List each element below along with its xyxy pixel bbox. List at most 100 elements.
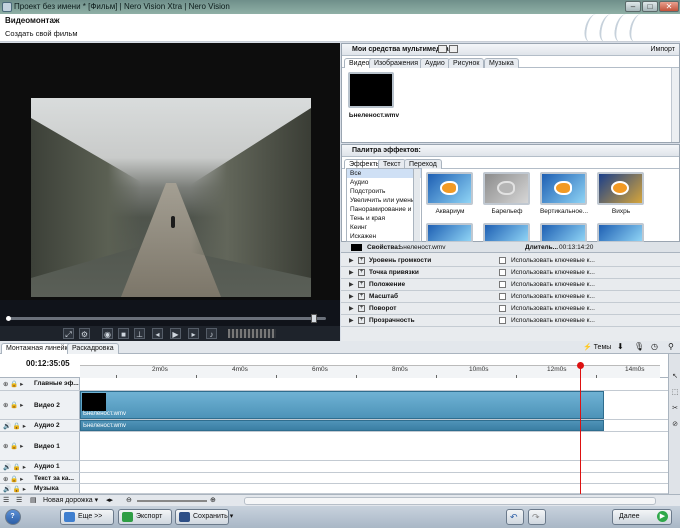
track-audio-1[interactable]: 🔊 🔒 ▸ Аудио 1 bbox=[0, 461, 668, 473]
save-button[interactable]: Сохранить ▾ bbox=[175, 509, 233, 525]
effect-thumb-vertical[interactable] bbox=[540, 172, 587, 205]
playhead-handle[interactable] bbox=[576, 362, 584, 369]
list-item[interactable]: Увеличить или уменьш bbox=[347, 196, 421, 205]
maximize-button[interactable]: □ bbox=[642, 1, 658, 12]
select-icon[interactable]: ⬚ bbox=[670, 388, 680, 399]
scissors-icon[interactable]: ✂ bbox=[670, 404, 680, 415]
track-icons[interactable]: 🔊 🔒 ▸ bbox=[3, 422, 26, 430]
keyframe-checkbox[interactable] bbox=[499, 317, 506, 324]
media-scrollbar[interactable] bbox=[671, 68, 679, 142]
mic-icon[interactable]: 🎙 bbox=[634, 342, 644, 351]
list-item[interactable]: Подстроить bbox=[347, 187, 421, 196]
grid-view-icon[interactable] bbox=[449, 45, 458, 53]
volume-slider[interactable] bbox=[228, 329, 276, 338]
toggle-box-icon[interactable]: + bbox=[358, 269, 365, 276]
audio-clip[interactable]: Ьнеленост.wmv bbox=[80, 420, 604, 431]
tab-drawing[interactable]: Рисунок bbox=[448, 58, 485, 68]
track-icons[interactable]: ⊕ 🔒 ▸ bbox=[3, 380, 23, 388]
track-video-2[interactable]: ⊕ 🔒 ▸ Видео 2 Ьнеленост.wmv bbox=[0, 391, 668, 420]
zoom-slider[interactable] bbox=[137, 500, 207, 502]
track-icons[interactable]: ⊕ 🔒 ▸ bbox=[3, 401, 23, 409]
seek-handle[interactable] bbox=[311, 314, 317, 323]
keyframe-checkbox[interactable] bbox=[499, 293, 506, 300]
down-arrow-icon[interactable]: ⬇ bbox=[617, 342, 624, 351]
track-video-1[interactable]: ⊕ 🔒 ▸ Видео 1 bbox=[0, 432, 668, 461]
effect-thumb-emboss[interactable] bbox=[483, 172, 530, 205]
track-icons[interactable]: ⊕ 🔒 ▸ bbox=[3, 442, 23, 450]
timeline-scrollbar[interactable] bbox=[244, 497, 656, 505]
prev-frame-icon[interactable]: ◂ bbox=[152, 328, 163, 339]
next-button[interactable]: Далее ▶ bbox=[612, 509, 672, 525]
list-item[interactable]: Тень и края bbox=[347, 214, 421, 223]
seek-bar[interactable] bbox=[0, 300, 340, 326]
list-view-icon[interactable] bbox=[438, 45, 447, 53]
expand-arrow-icon[interactable]: ▶ bbox=[349, 305, 354, 312]
expand-arrow-icon[interactable]: ▶ bbox=[349, 281, 354, 288]
seek-track[interactable] bbox=[8, 317, 326, 320]
next-frame-icon[interactable]: ▸ bbox=[188, 328, 199, 339]
video-preview[interactable] bbox=[0, 43, 340, 300]
keyframe-checkbox[interactable] bbox=[499, 281, 506, 288]
zoom-fit-icon[interactable]: ◂▸ bbox=[106, 496, 113, 504]
keyframe-checkbox[interactable] bbox=[499, 305, 506, 312]
menu-icon[interactable]: ☰ bbox=[16, 496, 22, 504]
playhead[interactable] bbox=[576, 362, 584, 494]
property-row[interactable]: ▶ + Прозрачность Использовать ключевые к.… bbox=[341, 315, 680, 327]
tab-music[interactable]: Музыка bbox=[484, 58, 519, 68]
tab-storyboard[interactable]: Раскадровка bbox=[67, 343, 119, 354]
clock-icon[interactable]: ◷ bbox=[651, 342, 658, 351]
track-icons[interactable]: 🔊 🔒 ▸ bbox=[3, 485, 26, 493]
snapshot-icon[interactable]: ◉ bbox=[102, 328, 113, 339]
list-item[interactable]: Аудио bbox=[347, 178, 421, 187]
redo-button[interactable]: ↷ bbox=[528, 509, 546, 525]
toggle-box-icon[interactable]: + bbox=[358, 305, 365, 312]
import-button[interactable]: Импорт bbox=[651, 46, 675, 53]
toggle-box-icon[interactable]: + bbox=[358, 317, 365, 324]
track-main-effects[interactable]: ⊕ 🔒 ▸ Главные эф... bbox=[0, 378, 668, 391]
effect-thumb[interactable] bbox=[426, 223, 473, 243]
fullscreen-icon[interactable]: ⤢ bbox=[63, 328, 74, 339]
split-icon[interactable]: ⊥ bbox=[134, 328, 145, 339]
zoom-out-icon[interactable]: ⊖ bbox=[126, 496, 132, 504]
themes-button[interactable]: ⚡ Темы bbox=[583, 343, 611, 351]
new-track-dropdown[interactable]: Новая дорожка ▾ bbox=[43, 496, 98, 504]
effect-thumb-swirl[interactable] bbox=[597, 172, 644, 205]
track-audio-2[interactable]: 🔊 🔒 ▸ Аудио 2 Ьнеленост.wmv bbox=[0, 420, 668, 432]
expand-arrow-icon[interactable]: ▶ bbox=[349, 317, 354, 324]
track-icons[interactable]: 🔊 🔒 ▸ bbox=[3, 463, 26, 471]
undo-button[interactable]: ↶ bbox=[506, 509, 524, 525]
time-ruler[interactable]: 2m0s 4m0s 6m0s 8m0s 10m0s 12m0s 14m0s bbox=[80, 365, 660, 379]
property-row[interactable]: ▶ + Положение Использовать ключевые к... bbox=[341, 279, 680, 291]
keyframe-checkbox[interactable] bbox=[499, 269, 506, 276]
help-button[interactable]: ? bbox=[5, 509, 21, 525]
property-row[interactable]: ▶ + Уровень громкости Использовать ключев… bbox=[341, 255, 680, 267]
track-icons[interactable]: ⊕ 🔒 ▸ bbox=[3, 475, 23, 483]
property-row[interactable]: ▶ + Точка привязки Использовать ключевые … bbox=[341, 267, 680, 279]
list-item[interactable]: Все bbox=[347, 169, 421, 178]
expand-arrow-icon[interactable]: ▶ bbox=[349, 257, 354, 264]
list-icon[interactable]: ▤ bbox=[30, 496, 37, 504]
more-button[interactable]: Еще >> bbox=[60, 509, 114, 525]
pin-icon[interactable]: ⚲ bbox=[668, 342, 674, 351]
effects-list-scrollbar[interactable] bbox=[413, 169, 420, 241]
keyframe-checkbox[interactable] bbox=[499, 257, 506, 264]
toggle-box-icon[interactable]: + bbox=[358, 293, 365, 300]
video-clip[interactable]: Ьнеленост.wmv bbox=[80, 391, 604, 419]
list-item[interactable]: Кеинг bbox=[347, 223, 421, 232]
list-item[interactable]: Панорамирование и м bbox=[347, 205, 421, 214]
pointer-icon[interactable]: ↖ bbox=[670, 372, 680, 383]
play-icon[interactable]: ▶ bbox=[170, 328, 181, 339]
effect-thumb[interactable] bbox=[597, 223, 644, 243]
toggle-box-icon[interactable]: + bbox=[358, 281, 365, 288]
menu-icon[interactable]: ☰ bbox=[3, 496, 9, 504]
effect-thumb-aquarium[interactable] bbox=[426, 172, 473, 205]
track-music[interactable]: 🔊 🔒 ▸ Музыка bbox=[0, 484, 668, 494]
settings-icon[interactable]: ⚙ bbox=[79, 328, 90, 339]
minimize-button[interactable]: – bbox=[625, 1, 641, 12]
expand-arrow-icon[interactable]: ▶ bbox=[349, 269, 354, 276]
media-clip-thumbnail[interactable] bbox=[348, 72, 394, 108]
effect-thumb[interactable] bbox=[483, 223, 530, 243]
stop-icon[interactable]: ■ bbox=[118, 328, 129, 339]
tab-timeline[interactable]: Монтажная линейка bbox=[1, 343, 77, 354]
expand-arrow-icon[interactable]: ▶ bbox=[349, 293, 354, 300]
